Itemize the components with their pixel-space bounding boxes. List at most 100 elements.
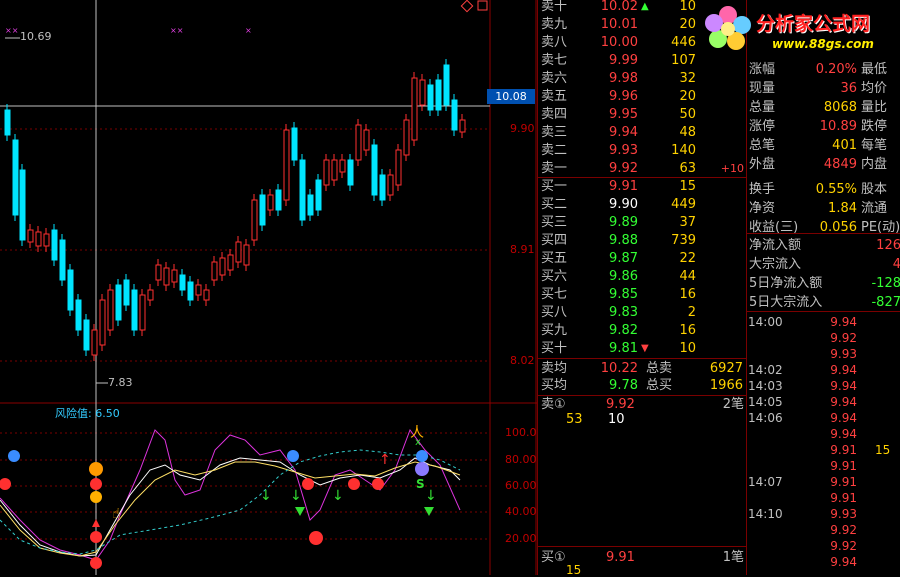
flow-label: 大宗流入 <box>749 257 802 272</box>
indicator-lines <box>0 428 461 561</box>
stat-row: 净资 1.84 流通 <box>749 199 900 218</box>
sell-level-row[interactable]: 卖二 9.93 140 <box>538 142 747 160</box>
stat-value: 10.89 <box>819 119 857 134</box>
flow-row: 5日净流入额 -128 <box>749 274 900 293</box>
buy-level-row[interactable]: 买八 9.83 2 <box>538 304 747 322</box>
svg-text:××: ×× <box>170 26 183 35</box>
stat-label-2: 内盘 <box>861 157 888 172</box>
chart-svg: ×× ×× × ↓ ↓ ↓ ↓ ↑ S x 人 ☝ <box>0 0 537 575</box>
indicator-line <box>0 457 461 557</box>
svg-text:×: × <box>245 26 252 35</box>
sell-level-volume: 10 <box>679 0 696 14</box>
buy-avg-label: 买均 <box>541 378 568 393</box>
buy-avg-row: 买均 9.78 总买 1966 <box>538 377 747 395</box>
sell-level-label: 卖一 <box>541 161 568 176</box>
sell-level-label: 卖九 <box>541 17 568 32</box>
price-chart-area[interactable]: ×× ×× × ↓ ↓ ↓ ↓ ↑ S x 人 ☝ 10.69 7.83 10.… <box>0 0 537 575</box>
buy-level-price: 9.82 <box>609 323 638 338</box>
buy-level-price: 9.83 <box>609 305 638 320</box>
sell-level-price: 9.98 <box>609 71 638 86</box>
sell-level-change: +10 <box>720 162 744 175</box>
buy-level-label: 买十 <box>541 341 568 356</box>
candle-body <box>371 144 378 196</box>
stat-label: 涨幅 <box>749 62 776 77</box>
candle-body <box>291 127 298 161</box>
sell-level-row[interactable]: 卖六 9.98 32 <box>538 70 747 88</box>
stat-label-2: 每笔 <box>861 138 888 153</box>
candle-body <box>451 99 458 131</box>
price-axis-tick: 8.02 <box>510 354 535 367</box>
candle-body <box>203 289 210 301</box>
sell-level-row[interactable]: 卖五 9.96 20 <box>538 88 747 106</box>
sell-level-row[interactable]: 卖一 9.92 63 +10 <box>538 160 747 178</box>
flow-row: 净流入额 126 <box>749 236 900 255</box>
indicator-line <box>0 428 461 561</box>
svg-text:S: S <box>416 477 425 491</box>
indicator-title: 风险值: 6.50 <box>55 407 120 420</box>
buy-level-label: 买六 <box>541 269 568 284</box>
stat-value: 36 <box>840 81 857 96</box>
buy-level-row[interactable]: 买九 9.82 16 <box>538 322 747 340</box>
order-book: 卖十 10.02 ▲ 10 卖九 10.01 20 卖八 10.00 446 卖七 9.99 107 卖六… <box>537 0 747 576</box>
buy-level-price: 9.85 <box>609 287 638 302</box>
buy-level-row[interactable]: 买四 9.88 739 <box>538 232 747 250</box>
candle-body <box>91 329 98 356</box>
candle-body <box>243 244 250 266</box>
buy-level-volume: 15 <box>679 179 696 194</box>
candle-body <box>427 84 434 111</box>
sell-level-price: 9.96 <box>609 89 638 104</box>
buy-level-row[interactable]: 买五 9.87 22 <box>538 250 747 268</box>
stat-label: 涨停 <box>749 119 776 134</box>
candle-body <box>35 231 42 247</box>
candle-body <box>171 269 178 283</box>
buy-level-row[interactable]: 买三 9.89 37 <box>538 214 747 232</box>
candle-body <box>315 179 322 211</box>
candle-body <box>99 299 106 346</box>
sell-level-price: 9.94 <box>609 125 638 140</box>
candle-body <box>411 77 418 141</box>
total-sell-value: 6927 <box>709 361 743 376</box>
flow-row: 5日大宗流入 -827 <box>749 293 900 312</box>
stat-label-2: 最低 <box>861 62 888 77</box>
candle-body <box>227 254 234 271</box>
candle-body <box>163 267 170 286</box>
sell-level-volume: 48 <box>679 125 696 140</box>
candle-body <box>115 284 122 321</box>
buy-level-volume: 22 <box>679 251 696 266</box>
sell-level-row[interactable]: 卖三 9.94 48 <box>538 124 747 142</box>
buy-level-row[interactable]: 买十 9.81 ▼ 10 <box>538 340 747 358</box>
stat-value: 4849 <box>823 157 857 172</box>
quote-panel: 涨幅 0.20% 最低 现量 36 均价 总量 8068 量比 涨停 10.89 跌停 总笔 401 每笔外… <box>746 0 900 575</box>
buy-level-row[interactable]: 买七 9.85 16 <box>538 286 747 304</box>
sell-level-price: 10.00 <box>600 35 638 50</box>
buy-level-volume: 2 <box>687 305 696 320</box>
price-axis-tick: 8.91 <box>510 243 535 256</box>
stat-label-2: PE(动) <box>861 220 900 235</box>
buy-level-price: 9.90 <box>609 197 638 212</box>
sell-level-volume: 63 <box>679 161 696 176</box>
sell-level-row[interactable]: 卖四 9.95 50 <box>538 106 747 124</box>
price-axis-tick: 9.90 <box>510 122 535 135</box>
buy-level-row[interactable]: 买一 9.91 15 <box>538 178 747 196</box>
candle-body <box>403 119 410 156</box>
sell-level-label: 卖十 <box>541 0 568 14</box>
stat-label-2: 均价 <box>861 81 888 96</box>
total-buy-label: 总买 <box>646 378 673 393</box>
sell-level-price: 10.02 <box>600 0 638 14</box>
candle-body <box>51 229 58 261</box>
candle-body <box>187 281 194 301</box>
buy-level-row[interactable]: 买二 9.90 449 <box>538 196 747 214</box>
stat-label: 外盘 <box>749 157 776 172</box>
buy-level-price: 9.91 <box>609 179 638 194</box>
stat-value: 8068 <box>823 100 857 115</box>
total-buy-value: 1966 <box>709 378 743 393</box>
svg-text:人: 人 <box>410 425 424 441</box>
candle-body <box>131 289 138 331</box>
svg-text:↓: ↓ <box>290 488 302 504</box>
candle-body <box>459 119 466 133</box>
sell-level-volume: 32 <box>679 71 696 86</box>
candle-body <box>147 289 154 301</box>
logo-url: www.88gs.com <box>772 37 874 51</box>
buy-level-row[interactable]: 买六 9.86 44 <box>538 268 747 286</box>
buy-level-volume: 16 <box>679 323 696 338</box>
